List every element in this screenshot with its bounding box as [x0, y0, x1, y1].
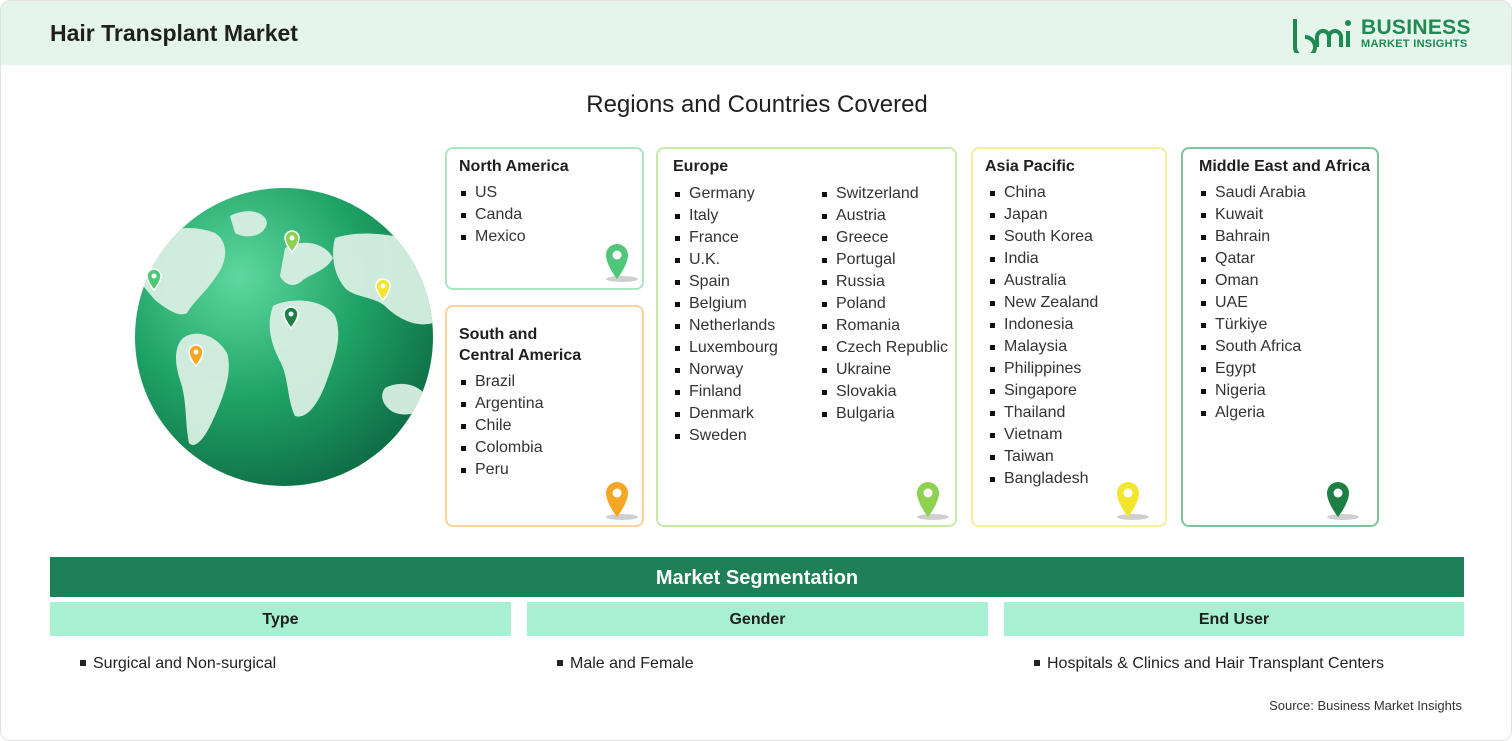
source-note: Source: Business Market Insights — [1269, 698, 1462, 713]
bmi-logo-icon — [1293, 19, 1351, 53]
country-list-col1: Germany Italy France U.K. Spain Belgium … — [673, 183, 778, 447]
segment-item-gender: Male and Female — [557, 655, 694, 673]
list-item: Chile — [459, 415, 642, 437]
list-item: Nigeria — [1199, 380, 1377, 402]
list-item: Austria — [820, 205, 948, 227]
location-pin-icon — [606, 244, 638, 282]
region-title: Europe — [673, 158, 729, 175]
list-item: Philippines — [988, 358, 1165, 380]
list-item: Belgium — [673, 293, 778, 315]
location-pin-icon — [606, 482, 638, 520]
segment-header-gender: Gender — [527, 602, 988, 636]
list-item: Italy — [673, 205, 778, 227]
region-title: South and Central America — [459, 324, 642, 366]
list-item: Slovakia — [820, 381, 948, 403]
list-item: Türkiye — [1199, 314, 1377, 336]
globe-illustration — [135, 188, 433, 486]
list-item: Canda — [459, 204, 642, 226]
list-item: Finland — [673, 381, 778, 403]
list-item: Malaysia — [988, 336, 1165, 358]
segment-header-type: Type — [50, 602, 511, 636]
list-item: Thailand — [988, 402, 1165, 424]
list-item: Kuwait — [1199, 204, 1377, 226]
segmentation-title-bar: Market Segmentation — [50, 557, 1464, 597]
country-list: Brazil Argentina Chile Colombia Peru — [459, 371, 642, 481]
list-item: Ukraine — [820, 359, 948, 381]
list-item: Qatar — [1199, 248, 1377, 270]
list-item: Australia — [988, 270, 1165, 292]
list-item: Denmark — [673, 403, 778, 425]
list-item: Switzerland — [820, 183, 948, 205]
list-item: Taiwan — [988, 446, 1165, 468]
region-title: Middle East and Africa — [1199, 158, 1370, 175]
segment-header-end-user: End User — [1004, 602, 1464, 636]
list-item: South Africa — [1199, 336, 1377, 358]
list-item: Argentina — [459, 393, 642, 415]
list-item: US — [459, 182, 642, 204]
list-item: Germany — [673, 183, 778, 205]
list-item: France — [673, 227, 778, 249]
list-item: Peru — [459, 459, 642, 481]
segment-item-text: Hospitals & Clinics and Hair Transplant … — [1047, 655, 1385, 672]
location-pin-icon — [917, 482, 949, 520]
country-list: US Canda Mexico — [459, 182, 642, 248]
list-item: Netherlands — [673, 315, 778, 337]
region-card-south-central-america: South and Central America Brazil Argenti… — [445, 305, 644, 527]
segment-item-end-user: Hospitals & Clinics and Hair Transplant … — [1034, 655, 1384, 673]
region-title: Asia Pacific — [985, 158, 1075, 175]
regions-title: Regions and Countries Covered — [586, 91, 928, 118]
list-item: China — [988, 182, 1165, 204]
region-card-europe: Europe Germany Italy France U.K. Spain B… — [656, 147, 957, 527]
region-card-north-america: North America US Canda Mexico — [445, 147, 644, 290]
list-item: Bahrain — [1199, 226, 1377, 248]
list-item: Indonesia — [988, 314, 1165, 336]
logo-text-business: BUSINESS — [1361, 16, 1471, 39]
list-item: Japan — [988, 204, 1165, 226]
list-item: South Korea — [988, 226, 1165, 248]
brand-logo: BUSINESS MARKET INSIGHTS — [1291, 15, 1471, 55]
logo-text-market-insights: MARKET INSIGHTS — [1361, 38, 1468, 50]
list-item: Egypt — [1199, 358, 1377, 380]
segment-item-text: Male and Female — [570, 655, 694, 672]
list-item: UAE — [1199, 292, 1377, 314]
segment-item-text: Surgical and Non-surgical — [93, 655, 277, 672]
list-item: Portugal — [820, 249, 948, 271]
list-item: Singapore — [988, 380, 1165, 402]
country-list-col2: Switzerland Austria Greece Portugal Russ… — [820, 183, 948, 425]
region-title-line2: Central America — [459, 347, 582, 364]
list-item: Czech Republic — [820, 337, 948, 359]
list-item: India — [988, 248, 1165, 270]
list-item: Poland — [820, 293, 948, 315]
list-item: Saudi Arabia — [1199, 182, 1377, 204]
infographic-frame: Hair Transplant Market BUSINESS MARKET I… — [0, 0, 1512, 741]
list-item: Romania — [820, 315, 948, 337]
region-card-middle-east-africa: Middle East and Africa Saudi Arabia Kuwa… — [1181, 147, 1379, 527]
country-list: Saudi Arabia Kuwait Bahrain Qatar Oman U… — [1199, 182, 1377, 424]
list-item: Luxembourg — [673, 337, 778, 359]
list-item: Norway — [673, 359, 778, 381]
list-item: Greece — [820, 227, 948, 249]
country-list: China Japan South Korea India Australia … — [988, 182, 1165, 490]
header-bar: Hair Transplant Market BUSINESS MARKET I… — [1, 1, 1511, 65]
list-item: Bulgaria — [820, 403, 948, 425]
list-item: Vietnam — [988, 424, 1165, 446]
list-item: Spain — [673, 271, 778, 293]
location-pin-icon — [1327, 482, 1359, 520]
list-item: Algeria — [1199, 402, 1377, 424]
list-item: New Zealand — [988, 292, 1165, 314]
list-item: U.K. — [673, 249, 778, 271]
page-title: Hair Transplant Market — [50, 20, 298, 46]
region-card-asia-pacific: Asia Pacific China Japan South Korea Ind… — [971, 147, 1167, 527]
list-item: Russia — [820, 271, 948, 293]
list-item: Brazil — [459, 371, 642, 393]
list-item: Sweden — [673, 425, 778, 447]
region-title-line1: South and — [459, 326, 538, 343]
segment-item-type: Surgical and Non-surgical — [80, 655, 276, 673]
region-title: North America — [459, 158, 569, 175]
location-pin-icon — [1117, 482, 1149, 520]
list-item: Colombia — [459, 437, 642, 459]
list-item: Oman — [1199, 270, 1377, 292]
